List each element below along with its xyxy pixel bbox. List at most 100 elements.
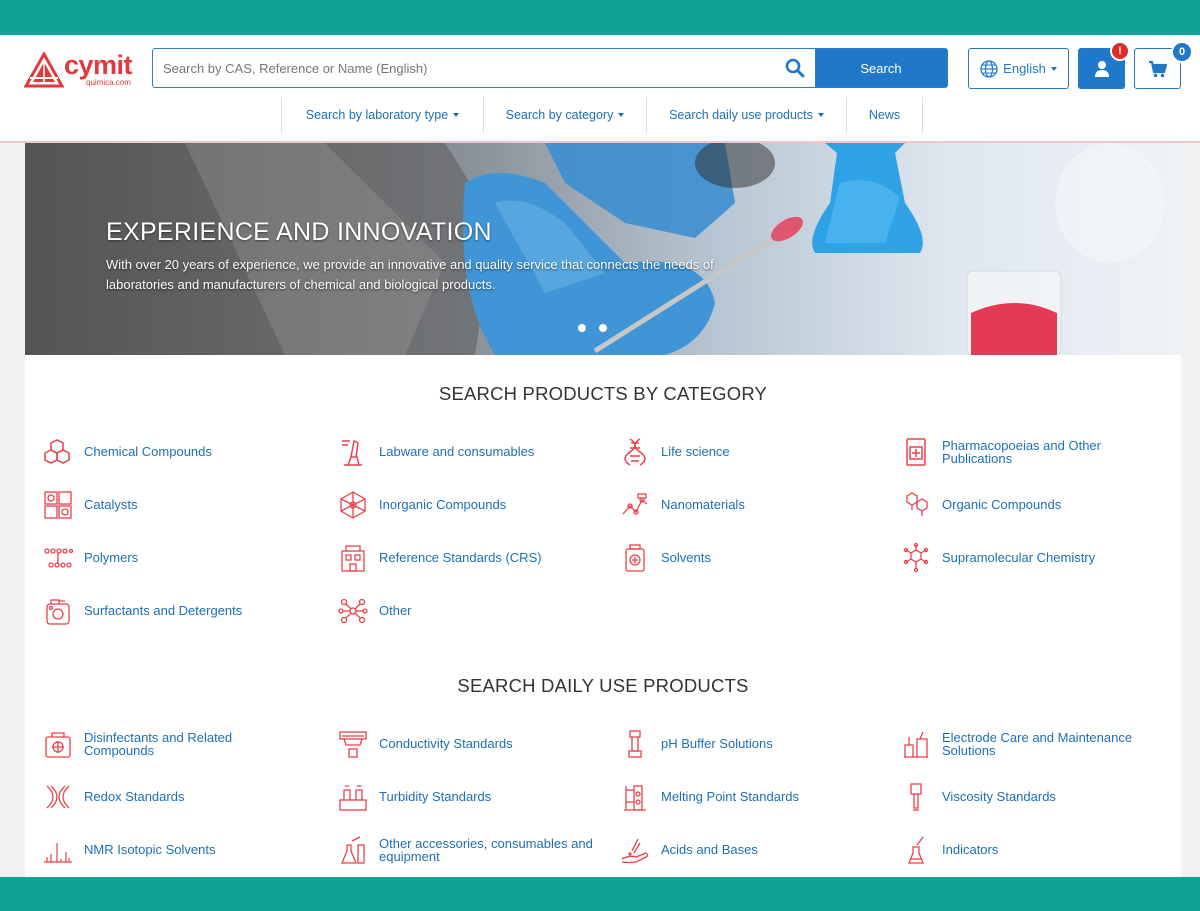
language-label: English <box>1003 61 1046 76</box>
molecule-icon <box>906 492 928 516</box>
hexagons-icon <box>44 439 70 464</box>
globe-icon <box>980 59 998 78</box>
category-item[interactable]: Inorganic Compounds <box>338 490 598 520</box>
category-item[interactable]: Other <box>338 596 598 626</box>
bottom-band <box>0 877 1200 911</box>
category-item[interactable]: Surfactants and Detergents <box>43 596 303 626</box>
category-label: Other <box>379 603 412 619</box>
category-section-title: SEARCH PRODUCTS BY CATEGORY <box>438 383 768 404</box>
cart-count-badge: 0 <box>1171 41 1193 63</box>
logo-text: cymit <box>64 50 133 80</box>
language-selector[interactable]: English <box>968 48 1069 89</box>
turbidity-icon <box>339 785 367 811</box>
detergent-icon <box>46 599 70 625</box>
category-item[interactable]: Reference Standards (CRS) <box>338 543 598 573</box>
book-icon <box>906 438 926 466</box>
category-item[interactable]: Labware and consumables <box>338 437 598 467</box>
building-icon <box>341 545 365 572</box>
nmr-spectrum-icon <box>44 843 72 863</box>
category-item[interactable]: Nanomaterials <box>620 490 880 520</box>
melting-point-icon <box>624 785 646 811</box>
daily-product-label: NMR Isotopic Solvents <box>84 842 216 858</box>
category-label: Polymers <box>84 550 139 566</box>
logo-triangle-icon <box>24 52 64 88</box>
daily-product-item[interactable]: Viscosity Standards <box>901 782 1161 812</box>
user-icon <box>1094 60 1109 77</box>
chevron-down-icon <box>1050 66 1057 71</box>
daily-product-item[interactable]: Disinfectants and Related Compounds <box>43 729 303 759</box>
category-item[interactable]: Organic Compounds <box>901 490 1161 520</box>
nav-item-news[interactable]: News <box>846 97 923 133</box>
chevron-down-icon <box>618 113 625 117</box>
daily-product-label: Redox Standards <box>84 789 185 805</box>
category-item[interactable]: Supramolecular Chemistry <box>901 543 1161 573</box>
category-item[interactable]: Pharmacopoeias and Other Publications <box>901 437 1161 467</box>
daily-product-item[interactable]: Electrode Care and Maintenance Solutions <box>901 729 1161 759</box>
category-label: Chemical Compounds <box>84 444 212 460</box>
category-item[interactable]: Life science <box>620 437 880 467</box>
acid-hand-icon <box>621 838 649 864</box>
main-nav: Search by laboratory type Search by cate… <box>281 97 923 133</box>
crystal-lattice-icon <box>340 491 366 519</box>
network-icon <box>338 598 368 624</box>
hero-banner[interactable]: EXPERIENCE AND INNOVATION With over 20 y… <box>25 143 1181 355</box>
category-label: Inorganic Compounds <box>379 497 507 513</box>
top-band <box>0 0 1200 35</box>
daily-product-label: Turbidity Standards <box>379 789 492 805</box>
category-item[interactable]: Chemical Compounds <box>43 437 303 467</box>
daily-product-label: Disinfectants and Related Compounds <box>84 729 233 758</box>
search-icon[interactable] <box>775 49 815 87</box>
search-bar: Search <box>152 48 948 88</box>
daily-product-item[interactable]: Conductivity Standards <box>338 729 598 759</box>
viscosity-icon <box>910 783 922 811</box>
daily-product-item[interactable]: Acids and Bases <box>620 835 880 865</box>
carousel-dot-1[interactable] <box>578 324 586 332</box>
solvent-bottle-icon <box>625 544 645 572</box>
daily-product-item[interactable]: NMR Isotopic Solvents <box>43 835 303 865</box>
daily-product-item[interactable]: Indicators <box>901 835 1161 865</box>
category-label: Catalysts <box>84 497 138 513</box>
cart-icon <box>1148 60 1167 77</box>
daily-product-item[interactable]: Turbidity Standards <box>338 782 598 812</box>
nanomaterial-icon <box>622 493 648 515</box>
logo[interactable]: cymit quimica.com <box>24 50 134 90</box>
search-input[interactable] <box>153 49 775 87</box>
nav-item-category[interactable]: Search by category <box>483 97 646 133</box>
nav-item-daily-use[interactable]: Search daily use products <box>646 97 846 133</box>
category-label: Surfactants and Detergents <box>84 603 243 619</box>
daily-product-label: Melting Point Standards <box>661 789 800 805</box>
daily-product-label: Viscosity Standards <box>942 789 1056 805</box>
chevron-down-icon <box>453 113 460 117</box>
content-panel: SEARCH PRODUCTS BY CATEGORY Chemical Com… <box>25 355 1181 877</box>
daily-product-label: Other accessories, consumables and equip… <box>379 835 593 864</box>
catalyst-grid-icon <box>44 491 72 519</box>
electrode-icon <box>904 731 928 758</box>
logo-subtext: quimica.com <box>86 78 131 87</box>
carousel-dot-2[interactable] <box>599 324 607 332</box>
nav-item-laboratory-type[interactable]: Search by laboratory type <box>281 97 483 133</box>
daily-product-item[interactable]: Melting Point Standards <box>620 782 880 812</box>
daily-product-label: pH Buffer Solutions <box>661 736 773 752</box>
category-label: Pharmacopoeias and Other Publications <box>942 437 1101 466</box>
account-alert-badge: ! <box>1110 41 1130 61</box>
search-button[interactable]: Search <box>815 49 947 87</box>
microscope-icon <box>342 439 362 466</box>
flasks-icon <box>341 836 365 864</box>
disinfectant-icon <box>45 732 71 758</box>
category-label: Nanomaterials <box>661 497 745 513</box>
category-label: Supramolecular Chemistry <box>942 550 1096 566</box>
category-label: Reference Standards (CRS) <box>379 550 542 566</box>
category-item[interactable]: Solvents <box>620 543 880 573</box>
daily-product-item[interactable]: Other accessories, consumables and equip… <box>338 835 598 865</box>
category-item[interactable]: Catalysts <box>43 490 303 520</box>
category-label: Organic Compounds <box>942 497 1062 513</box>
hero-text: With over 20 years of experience, we pro… <box>106 257 714 292</box>
chevron-down-icon <box>817 113 824 117</box>
daily-product-label: Conductivity Standards <box>379 736 513 752</box>
daily-product-item[interactable]: Redox Standards <box>43 782 303 812</box>
indicator-flask-icon <box>908 836 924 864</box>
category-item[interactable]: Polymers <box>43 543 303 573</box>
daily-product-item[interactable]: pH Buffer Solutions <box>620 729 880 759</box>
category-label: Labware and consumables <box>379 444 535 460</box>
dna-icon <box>624 438 646 466</box>
